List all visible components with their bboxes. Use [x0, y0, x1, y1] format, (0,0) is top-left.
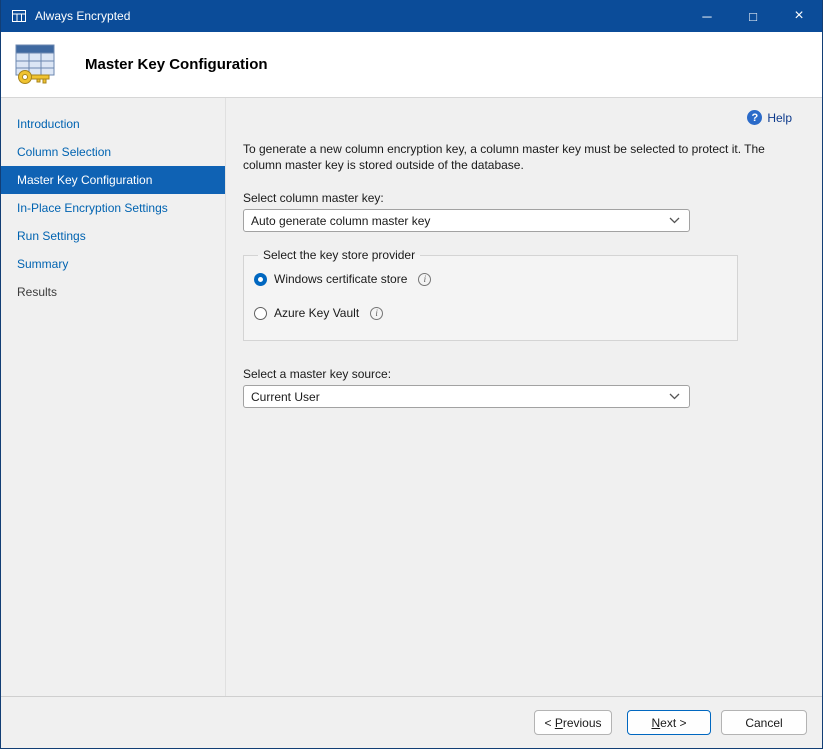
description-text: To generate a new column encryption key,…: [243, 141, 791, 173]
app-icon: [11, 8, 27, 24]
radio-unselected-icon: [254, 307, 267, 320]
help-link[interactable]: ? Help: [747, 110, 792, 125]
step-run-settings[interactable]: Run Settings: [1, 222, 225, 250]
window-title: Always Encrypted: [35, 9, 130, 23]
radio-windows-certificate-store-label: Windows certificate store: [274, 272, 407, 286]
titlebar: Always Encrypted ─ □ ×: [1, 0, 822, 32]
table-key-icon: [13, 44, 59, 86]
minimize-button[interactable]: ─: [684, 0, 730, 32]
master-key-source-label: Select a master key source:: [243, 367, 822, 381]
step-master-key-configuration[interactable]: Master Key Configuration: [1, 166, 225, 194]
column-master-key-value: Auto generate column master key: [251, 214, 430, 228]
page-title: Master Key Configuration: [85, 56, 268, 73]
content-area: Introduction Column Selection Master Key…: [1, 98, 822, 696]
close-button[interactable]: ×: [776, 0, 822, 32]
help-link-label: Help: [767, 111, 792, 125]
next-button-label: N: [651, 716, 660, 730]
previous-button[interactable]: < Previous: [534, 710, 612, 735]
previous-button-label: <: [544, 716, 554, 730]
wizard-header: Master Key Configuration: [1, 32, 822, 98]
wizard-button-bar: < Previous Next > Cancel: [1, 696, 822, 748]
key-store-provider-group-label: Select the key store provider: [258, 248, 420, 262]
chevron-down-icon: [669, 393, 680, 400]
step-column-selection[interactable]: Column Selection: [1, 138, 225, 166]
chevron-down-icon: [669, 217, 680, 224]
key-store-provider-group: Select the key store provider Windows ce…: [243, 248, 738, 341]
next-button[interactable]: Next >: [627, 710, 711, 735]
step-in-place-encryption-settings[interactable]: In-Place Encryption Settings: [1, 194, 225, 222]
master-key-configuration-panel: ? Help To generate a new column encrypti…: [226, 98, 822, 696]
step-results: Results: [1, 278, 225, 306]
maximize-button[interactable]: □: [730, 0, 776, 32]
radio-windows-certificate-store[interactable]: Windows certificate store i: [254, 272, 737, 286]
radio-azure-key-vault[interactable]: Azure Key Vault i: [254, 306, 737, 320]
help-row: ? Help: [243, 110, 822, 125]
info-icon[interactable]: i: [370, 307, 383, 320]
window-controls: ─ □ ×: [684, 0, 822, 32]
radio-azure-key-vault-label: Azure Key Vault: [274, 306, 359, 320]
help-icon: ?: [747, 110, 762, 125]
wizard-steps-nav: Introduction Column Selection Master Key…: [1, 98, 226, 696]
master-key-source-value: Current User: [251, 390, 320, 404]
info-icon[interactable]: i: [418, 273, 431, 286]
cancel-button[interactable]: Cancel: [721, 710, 807, 735]
step-introduction[interactable]: Introduction: [1, 110, 225, 138]
step-summary[interactable]: Summary: [1, 250, 225, 278]
column-master-key-label: Select column master key:: [243, 191, 822, 205]
always-encrypted-window: Always Encrypted ─ □ × Master Key Conf: [0, 0, 823, 749]
radio-selected-icon: [254, 273, 267, 286]
master-key-source-select[interactable]: Current User: [243, 385, 690, 408]
column-master-key-select[interactable]: Auto generate column master key: [243, 209, 690, 232]
